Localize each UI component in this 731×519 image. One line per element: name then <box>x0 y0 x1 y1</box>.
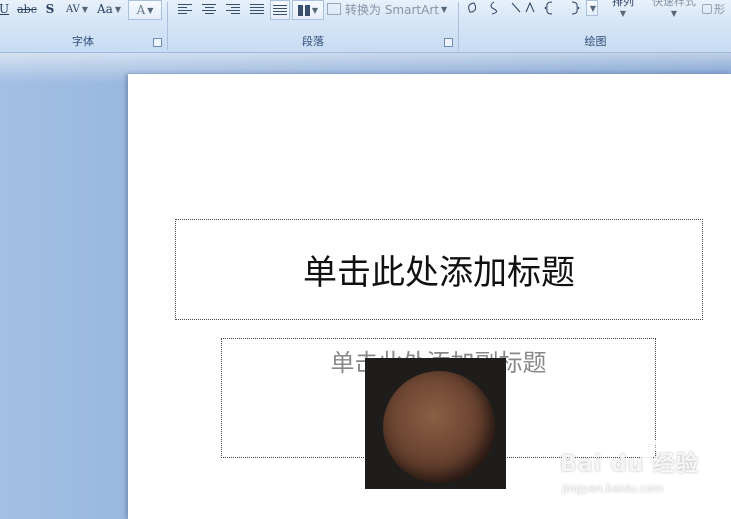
shape-icon[interactable] <box>511 2 521 13</box>
title-placeholder-text[interactable]: 单击此处添加标题 <box>176 220 702 319</box>
chevron-down-icon: ▼ <box>589 3 597 13</box>
columns-icon <box>297 4 310 16</box>
ribbon: U abc S AV ▼ Aa ▼ A ▼ 字体 ▼ 转换为 SmartArt … <box>0 0 731 53</box>
align-right-button[interactable] <box>223 0 243 18</box>
align-left-icon <box>178 3 192 15</box>
font-color-label: A <box>136 3 146 17</box>
justify-button[interactable] <box>247 0 267 18</box>
quick-styles-button[interactable]: 快速样式 ▼ <box>646 0 702 18</box>
change-case-button[interactable]: Aa ▼ <box>94 0 124 18</box>
shape-icon[interactable] <box>468 2 477 13</box>
moon-disc <box>383 371 495 483</box>
underline-button[interactable]: U <box>0 0 10 18</box>
drawing-group-label: 绘图 <box>584 35 607 48</box>
brace-right-icon[interactable] <box>571 1 580 15</box>
group-divider <box>167 2 168 50</box>
brace-left-icon[interactable] <box>544 1 553 15</box>
watermark-logo: Bai du 经验 <box>560 452 699 477</box>
font-group: U abc S AV ▼ Aa ▼ A ▼ 字体 <box>0 0 166 52</box>
chevron-down-icon: ▼ <box>147 5 154 15</box>
distributed-icon <box>273 4 287 16</box>
shapes-gallery[interactable] <box>464 0 596 16</box>
baidu-jingyan-watermark: Bai du 经验 jingyan.baidu.com <box>560 438 710 500</box>
group-divider <box>458 2 459 50</box>
align-center-button[interactable] <box>199 0 219 18</box>
chevron-down-icon: ▼ <box>311 5 319 15</box>
shadow-button[interactable]: S <box>42 0 58 18</box>
font-dialog-launcher-icon[interactable] <box>153 38 162 47</box>
chevron-down-icon: ▼ <box>440 4 448 14</box>
shape-icon[interactable] <box>490 1 498 15</box>
convert-smartart-button[interactable]: 转换为 SmartArt ▼ <box>327 0 451 18</box>
paragraph-group: ▼ 转换为 SmartArt ▼ 段落 <box>169 0 457 52</box>
chevron-down-icon: ▼ <box>114 4 121 14</box>
moon-image[interactable] <box>365 358 506 489</box>
paragraph-group-label: 段落 <box>302 35 324 48</box>
smartart-icon <box>327 3 341 15</box>
distributed-button[interactable] <box>270 0 290 20</box>
change-case-label: Aa <box>97 2 113 16</box>
shape-fill-button[interactable]: 形 <box>702 0 731 18</box>
paw-icon <box>634 438 661 460</box>
arrange-label: 排列 <box>612 0 634 8</box>
char-spacing-button[interactable]: AV ▼ <box>62 0 92 18</box>
chevron-down-icon: ▼ <box>670 8 678 18</box>
shape-fill-icon <box>702 4 712 14</box>
watermark-url: jingyan.baidu.com <box>562 482 664 495</box>
font-color-button[interactable]: A ▼ <box>128 0 162 20</box>
font-group-label: 字体 <box>72 35 94 48</box>
justify-icon <box>250 3 264 15</box>
paragraph-dialog-launcher-icon[interactable] <box>444 38 453 47</box>
arrange-button[interactable]: 排列 ▼ <box>608 0 638 18</box>
chevron-down-icon: ▼ <box>619 8 627 18</box>
char-spacing-label: AV <box>65 3 80 15</box>
strikethrough-button[interactable]: abc <box>14 0 40 18</box>
align-right-icon <box>226 3 240 15</box>
shapes-scroll-button[interactable]: ▼ <box>586 0 598 16</box>
columns-button[interactable]: ▼ <box>292 0 324 20</box>
title-placeholder[interactable]: 单击此处添加标题 <box>175 219 703 320</box>
align-left-button[interactable] <box>175 0 195 18</box>
drawing-group: ▼ 排列 ▼ 快速样式 ▼ 形 绘图 <box>460 0 731 52</box>
align-center-icon <box>202 3 216 15</box>
shape-icon[interactable] <box>525 1 535 13</box>
quick-styles-label: 快速样式 <box>652 0 696 8</box>
smartart-label: 转换为 SmartArt <box>345 2 439 17</box>
chevron-down-icon: ▼ <box>81 4 89 14</box>
shape-fill-label: 形 <box>714 3 725 16</box>
